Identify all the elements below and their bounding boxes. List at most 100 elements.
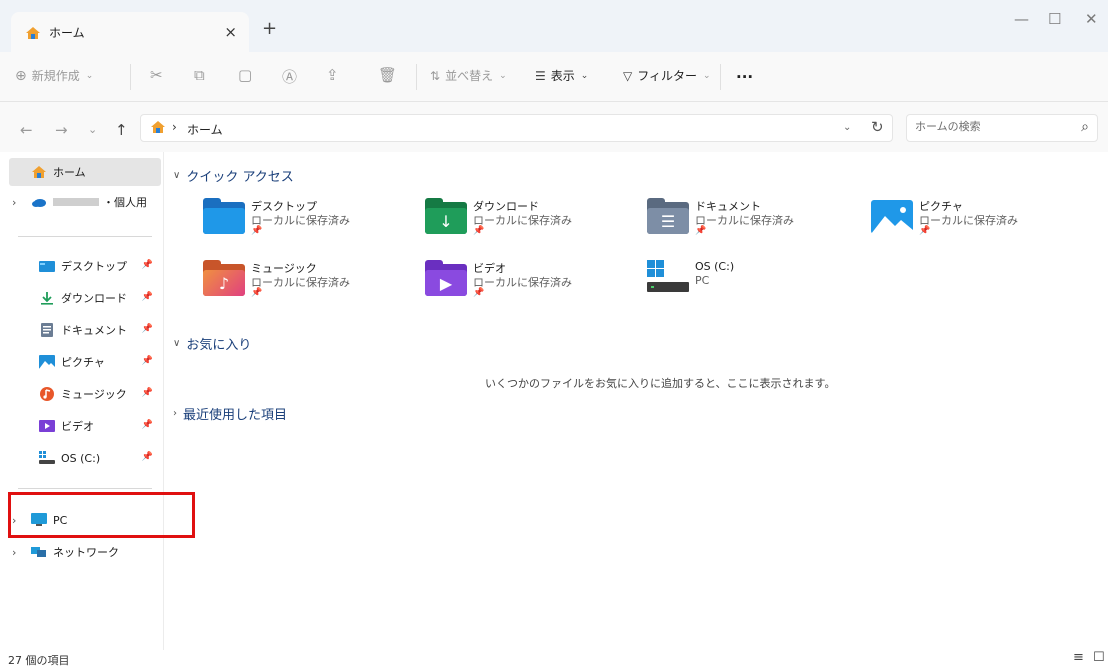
sort-button[interactable]: ⇅ 並べ替え ⌄ [430,67,507,84]
pin-icon[interactable]: 📌 [142,356,153,366]
quick-access-item-os-drive[interactable]: OS (C:) PC [647,260,857,310]
drive-icon [39,451,55,464]
address-row: ← → ⌄ ↑ › ホーム ⌄ ↻ ⌕ [0,102,1108,152]
pin-icon: 📌 [919,226,931,236]
sidebar-item-label: ネットワーク [53,546,119,559]
pictures-icon [39,355,55,369]
address-bar[interactable]: › ホーム ⌄ ↻ [140,114,893,142]
chevron-down-icon: ⌄ [85,70,94,81]
recent-header[interactable]: › 最近使用した項目 [173,404,287,423]
sidebar-item-os-drive[interactable]: OS (C:) 📌 [9,444,161,472]
view-label: 表示 [550,69,575,83]
title-bar: ホーム × + — ☐ ✕ [0,0,1108,53]
chevron-down-icon: ∨ [173,338,181,349]
document-icon [41,323,53,337]
paste-icon[interactable]: ▢ [238,66,252,84]
favorites-title: お気に入り [186,338,252,353]
quick-access-header[interactable]: ∨ クイック アクセス [173,166,294,185]
sidebar-item-label: ドキュメント [61,324,127,337]
sidebar-item-videos[interactable]: ビデオ 📌 [9,412,161,440]
pin-icon: 📌 [251,226,263,236]
rename-icon[interactable]: Ⓐ [282,66,297,87]
quick-access-item-documents[interactable]: ☰ ドキュメント ローカルに保存済み 📌 [647,198,857,248]
search-input[interactable] [915,120,1065,133]
music-folder-icon: ♪ [203,260,245,298]
quick-access-item-videos[interactable]: ▶ ビデオ ローカルに保存済み 📌 [425,260,635,310]
quick-access-item-pictures[interactable]: ピクチャ ローカルに保存済み 📌 [871,198,1081,248]
sidebar-item-onedrive[interactable]: ・個人用 [9,188,161,216]
breadcrumb-separator-icon[interactable]: › [172,120,177,134]
forward-arrow-icon[interactable]: → [55,121,68,139]
item-status: ローカルに保存済み [473,214,572,227]
filter-button[interactable]: ▽ フィルター ⌄ [623,67,711,84]
pin-icon[interactable]: 📌 [142,324,153,334]
up-arrow-icon[interactable]: ↑ [115,121,128,139]
item-status: ローカルに保存済み [251,276,350,289]
tab-home[interactable]: ホーム × [11,12,249,53]
tab-close-icon[interactable]: × [224,23,237,41]
sidebar-item-label: OS (C:) [61,451,101,465]
view-icon: ☰ [535,68,546,83]
toolbar-divider [130,64,131,90]
network-icon [31,547,46,557]
recent-locations-chevron-icon[interactable]: ⌄ [88,123,97,136]
plus-circle-icon: ⊕ [15,67,27,84]
drive-icon [647,260,689,298]
quick-access-item-desktop[interactable]: デスクトップ ローカルに保存済み 📌 [203,198,413,248]
details-view-icon[interactable]: ≡ [1073,650,1084,665]
new-button[interactable]: ⊕ 新規作成 ⌄ [15,67,93,84]
documents-folder-icon: ☰ [647,198,689,236]
new-tab-button[interactable]: + [262,18,277,39]
sidebar-item-label: デスクトップ [61,260,127,273]
share-icon[interactable]: ⇪ [326,66,339,84]
sidebar-item-label: ・個人用 [103,196,147,209]
sidebar-item-pictures[interactable]: ピクチャ 📌 [9,348,161,376]
favorites-empty-message: いくつかのファイルをお気に入りに追加すると、ここに表示されます。 [485,377,836,390]
search-icon[interactable]: ⌕ [1081,119,1089,135]
item-status: ローカルに保存済み [695,214,794,227]
more-options-icon[interactable]: ... [736,64,753,82]
pin-icon[interactable]: 📌 [142,452,153,462]
quick-access-item-downloads[interactable]: ↓ ダウンロード ローカルに保存済み 📌 [425,198,635,248]
close-button[interactable]: ✕ [1085,10,1098,28]
filter-icon: ▽ [623,68,633,83]
pin-icon[interactable]: 📌 [142,388,153,398]
maximize-button[interactable]: ☐ [1048,10,1061,28]
sidebar-item-home[interactable]: ホーム [9,158,161,186]
sidebar-item-label: ホーム [53,166,86,179]
toolbar-divider [720,64,721,90]
main-content: ∨ クイック アクセス デスクトップ ローカルに保存済み 📌 ↓ ダウンロード … [165,152,1108,650]
favorites-header[interactable]: ∨ お気に入り [173,334,251,353]
chevron-right-icon: › [173,408,177,419]
item-status: PC [695,274,710,287]
sidebar-item-documents[interactable]: ドキュメント 📌 [9,316,161,344]
sidebar-divider [18,236,152,237]
refresh-icon[interactable]: ↻ [871,118,884,136]
sidebar-divider [18,488,152,489]
cut-icon[interactable]: ✂ [150,66,163,84]
pin-icon[interactable]: 📌 [142,260,153,270]
item-status: ローカルに保存済み [473,276,572,289]
sidebar-item-music[interactable]: ミュージック 📌 [9,380,161,408]
quick-access-item-music[interactable]: ♪ ミュージック ローカルに保存済み 📌 [203,260,413,310]
minimize-button[interactable]: — [1014,10,1029,28]
tab-title: ホーム [49,26,85,40]
back-arrow-icon[interactable]: ← [20,121,33,139]
filter-label: フィルター [637,69,697,83]
delete-icon[interactable]: 🗑 [378,66,397,84]
item-name: OS (C:) [695,260,735,273]
sidebar-item-network[interactable]: ネットワーク [9,538,161,566]
view-button[interactable]: ☰ 表示 ⌄ [535,67,588,84]
sidebar-item-desktop[interactable]: デスクトップ 📌 [9,252,161,280]
sidebar-item-downloads[interactable]: ダウンロード 📌 [9,284,161,312]
copy-icon[interactable]: ⧉ [194,66,205,84]
tiles-view-icon[interactable]: ☐ [1093,650,1105,665]
navigation-pane: ホーム › ・個人用 デスクトップ 📌 ダウンロード 📌 ドキュメント 📌 ピク… [0,152,164,650]
sidebar-item-label: ピクチャ [61,356,105,369]
pin-icon[interactable]: 📌 [142,292,153,302]
address-history-chevron-icon[interactable]: ⌄ [843,122,851,133]
desktop-folder-icon [203,198,245,236]
breadcrumb-home[interactable]: ホーム [187,121,223,138]
search-box[interactable]: ⌕ [906,114,1098,142]
pin-icon[interactable]: 📌 [142,420,153,430]
